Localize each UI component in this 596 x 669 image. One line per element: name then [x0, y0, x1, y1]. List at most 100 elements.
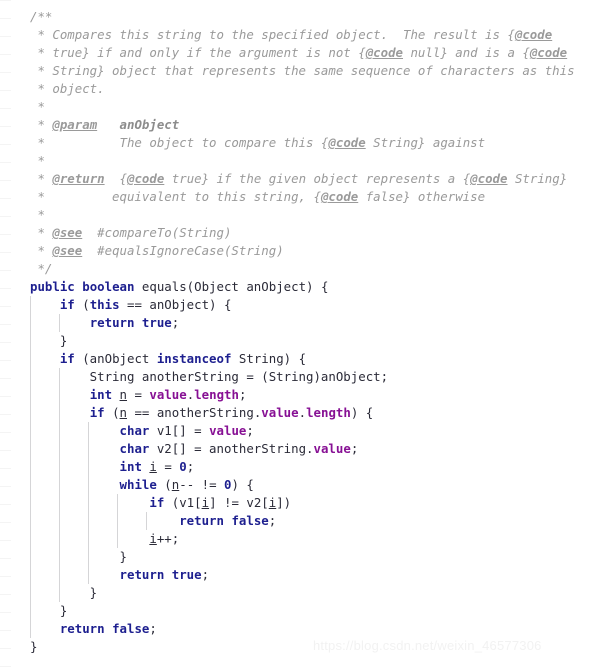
- javadoc-code-tag: @code: [328, 135, 366, 150]
- keyword-boolean: boolean: [82, 279, 135, 294]
- field-value: value: [261, 405, 299, 420]
- keyword-true: true: [141, 315, 172, 330]
- indent-guide: [88, 422, 89, 440]
- code-line-char-v2: char v2[] = anotherString.value;: [0, 440, 596, 458]
- keyword-if: if: [59, 297, 75, 312]
- code-line-int-n: int n = value.length;: [0, 386, 596, 404]
- number-zero: 0: [179, 459, 187, 474]
- keyword-false: false: [112, 621, 150, 636]
- javadoc-code-tag: @code: [529, 45, 568, 60]
- indent-guide: [30, 296, 31, 314]
- indent-guide: [59, 530, 60, 548]
- keyword-char: char: [119, 423, 150, 438]
- local-var-n: n: [119, 405, 127, 420]
- code-line-method-signature: public boolean equals(Object anObject) {: [0, 278, 596, 296]
- keyword-true: true: [171, 567, 202, 582]
- indent-guide: [30, 620, 31, 638]
- indent-guide: [30, 368, 31, 386]
- code-line: *: [0, 98, 596, 116]
- field-value: value: [209, 423, 247, 438]
- javadoc-param-desc: * The object to compare this {: [30, 135, 329, 150]
- code-line: * equivalent to this string, {@code fals…: [0, 188, 596, 206]
- indent-guide: [59, 584, 60, 602]
- javadoc-param-name: anObject: [97, 117, 180, 132]
- code-line: * @return {@code true} if the given obje…: [0, 170, 596, 188]
- indent-guide: [30, 314, 31, 332]
- code-line: *: [0, 152, 596, 170]
- sp: [134, 315, 141, 330]
- eq-anotherstring: == anotherString.: [127, 405, 262, 420]
- semicolon: ;: [186, 459, 195, 474]
- sp: [164, 567, 171, 582]
- indent-guide: [88, 566, 89, 584]
- code-line: *: [0, 206, 596, 224]
- paren-close-brace: ) {: [350, 405, 374, 420]
- semicolon: ;: [268, 513, 277, 528]
- javadoc-star: *: [30, 225, 53, 240]
- javadoc-return-desc-end: String}: [507, 171, 568, 186]
- keyword-int: int: [89, 387, 113, 402]
- paren-open: (: [104, 405, 120, 420]
- code-line-cast: String anotherString = (String)anObject;: [0, 368, 596, 386]
- sp: [105, 621, 112, 636]
- brace-close: }: [30, 333, 68, 348]
- code-line-close-while: }: [0, 548, 596, 566]
- code-line-close-brace: }: [0, 332, 596, 350]
- brace-close: }: [30, 639, 38, 654]
- code-line-while: while (n-- != 0) {: [0, 476, 596, 494]
- javadoc-blank: *: [30, 207, 45, 222]
- javadoc-desc-line-2: * true} if and only if the argument is n…: [30, 45, 366, 60]
- indent-guide: [59, 494, 60, 512]
- javadoc-code-tag: @code: [320, 189, 359, 204]
- javadoc-blank: *: [30, 99, 45, 114]
- semicolon: ;: [149, 621, 157, 636]
- javadoc-star: *: [30, 117, 53, 132]
- keyword-int: int: [119, 459, 142, 474]
- javadoc-desc-line-4: * object.: [30, 81, 105, 96]
- keyword-this: this: [89, 297, 120, 312]
- local-var-n: n: [119, 387, 128, 402]
- keyword-public: public: [30, 279, 75, 294]
- indent-guide: [30, 404, 31, 422]
- indent-guide: [88, 512, 89, 530]
- code-line: * true} if and only if the argument is n…: [0, 44, 596, 62]
- javadoc-see-target-1: #compareTo(String): [82, 225, 232, 240]
- keyword-char: char: [119, 441, 150, 456]
- indent-guide: [59, 476, 60, 494]
- code-line: * object.: [0, 80, 596, 98]
- assign: =: [127, 387, 150, 402]
- code-line: * @param anObject: [0, 116, 596, 134]
- keyword-return: return: [119, 567, 165, 582]
- paren-open: (: [74, 297, 90, 312]
- indent-guide: [30, 602, 31, 620]
- javadoc-return-desc: {: [104, 171, 127, 186]
- code-line: */: [0, 260, 596, 278]
- javadoc-star: *: [30, 243, 53, 258]
- code-line: * The object to compare this {@code Stri…: [0, 134, 596, 152]
- javadoc-blank: *: [30, 153, 45, 168]
- indent-guide: [59, 512, 60, 530]
- array-v1: (v1[: [164, 495, 202, 510]
- code-line-if-compare-chars: if (v1[i] != v2[i]): [0, 494, 596, 512]
- indent-guide: [59, 422, 60, 440]
- field-value: value: [149, 387, 187, 402]
- code-line-return-true-2: return true;: [0, 566, 596, 584]
- indent-guide: [30, 494, 31, 512]
- indent-guide: [117, 494, 118, 512]
- indent-guide: [59, 548, 60, 566]
- javadoc-desc-line-3: * String} object that represents the sam…: [30, 63, 575, 78]
- code-line-return-false-inner: return false;: [0, 512, 596, 530]
- code-line-int-i: int i = 0;: [0, 458, 596, 476]
- increment: ++;: [156, 531, 180, 546]
- identity-compare: == anObject) {: [119, 297, 232, 312]
- paren-close-brace: ) {: [231, 477, 254, 492]
- method-name-equals: equals(Object anObject) {: [134, 279, 329, 294]
- javadoc-return-tag: @return: [52, 171, 105, 186]
- type-string: String) {: [231, 351, 307, 366]
- indent-guide: [30, 566, 31, 584]
- local-var-i: i: [201, 495, 210, 510]
